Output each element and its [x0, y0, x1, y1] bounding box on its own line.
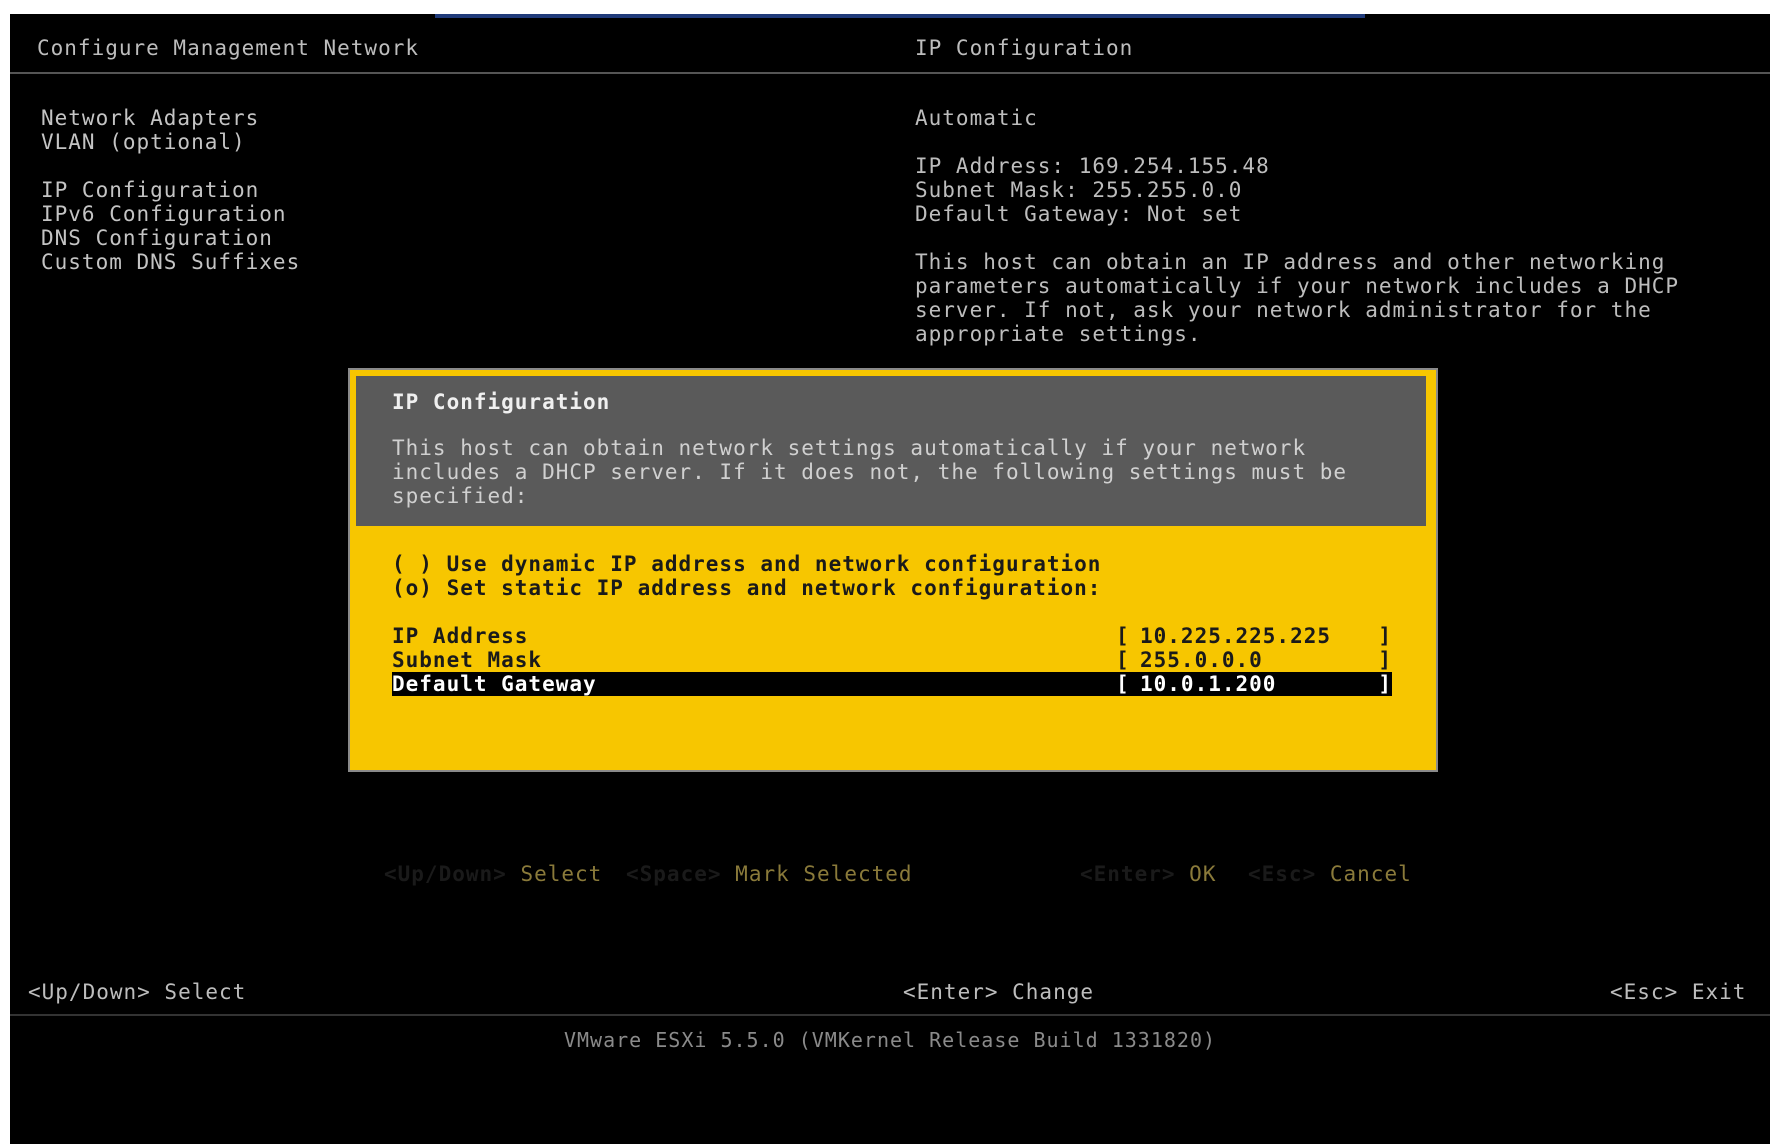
bottom-hint-exit: <Esc> Exit	[1610, 980, 1747, 1004]
dialog-description: This host can obtain network settings au…	[392, 436, 1348, 508]
bottom-hint-select: <Up/Down> Select	[28, 980, 247, 1004]
ok-button[interactable]: <Enter> OK	[1080, 862, 1216, 886]
ip-configuration-dialog: IP Configuration This host can obtain ne…	[348, 368, 1438, 886]
subnet-mask-label: Subnet Mask	[392, 648, 543, 672]
option-dynamic-radio[interactable]: ( ) Use dynamic IP address and network c…	[392, 552, 1101, 576]
header-divider	[10, 72, 1770, 74]
info-ip-address: IP Address: 169.254.155.48	[915, 154, 1270, 178]
default-gateway-field[interactable]: Default Gateway [10.0.1.200]	[392, 672, 1392, 696]
key-hint-mark-selected: <Space> Mark Selected	[626, 862, 913, 886]
info-panel: Automatic IP Address: 169.254.155.48 Sub…	[915, 106, 1735, 346]
version-footer: VMware ESXi 5.5.0 (VMKernel Release Buil…	[563, 1028, 1217, 1052]
ip-address-field[interactable]: IP Address [10.225.225.225]	[392, 624, 1392, 648]
dialog-title: IP Configuration	[392, 390, 611, 414]
top-accent-bar	[435, 14, 1365, 18]
menu-item-vlan[interactable]: VLAN (optional)	[41, 130, 300, 154]
menu-item-ipv6-configuration[interactable]: IPv6 Configuration	[41, 202, 300, 226]
page-title: Configure Management Network	[37, 36, 420, 60]
footer-divider	[10, 1014, 1770, 1016]
default-gateway-label: Default Gateway	[392, 672, 597, 696]
info-default-gateway: Default Gateway: Not set	[915, 202, 1243, 226]
dialog-header: IP Configuration This host can obtain ne…	[356, 376, 1426, 526]
key-hint-select: <Up/Down> Select	[384, 862, 603, 886]
cancel-button[interactable]: <Esc> Cancel	[1248, 862, 1412, 886]
info-mode: Automatic	[915, 106, 1038, 130]
menu-item-dns-configuration[interactable]: DNS Configuration	[41, 226, 300, 250]
ip-address-value: 10.225.225.225	[1140, 624, 1332, 648]
ip-address-label: IP Address	[392, 624, 529, 648]
subnet-mask-value: 255.0.0.0	[1140, 648, 1263, 672]
default-gateway-value: 10.0.1.200	[1140, 672, 1277, 696]
menu-item-ip-configuration[interactable]: IP Configuration	[41, 178, 300, 202]
console-screen: Configure Management Network IP Configur…	[10, 14, 1770, 1144]
dialog-body: ( ) Use dynamic IP address and network c…	[350, 526, 1436, 886]
info-subnet-mask: Subnet Mask: 255.255.0.0	[915, 178, 1243, 202]
subnet-mask-field[interactable]: Subnet Mask [255.0.0.0]	[392, 648, 1392, 672]
bottom-hint-change: <Enter> Change	[903, 980, 1095, 1004]
menu-item-custom-dns-suffixes[interactable]: Custom DNS Suffixes	[41, 250, 300, 274]
section-title: IP Configuration	[915, 36, 1134, 60]
menu-list: Network Adapters VLAN (optional) IP Conf…	[41, 106, 300, 274]
menu-item-network-adapters[interactable]: Network Adapters	[41, 106, 300, 130]
option-static-radio[interactable]: (o) Set static IP address and network co…	[392, 576, 1101, 600]
info-description: This host can obtain an IP address and o…	[915, 250, 1680, 346]
